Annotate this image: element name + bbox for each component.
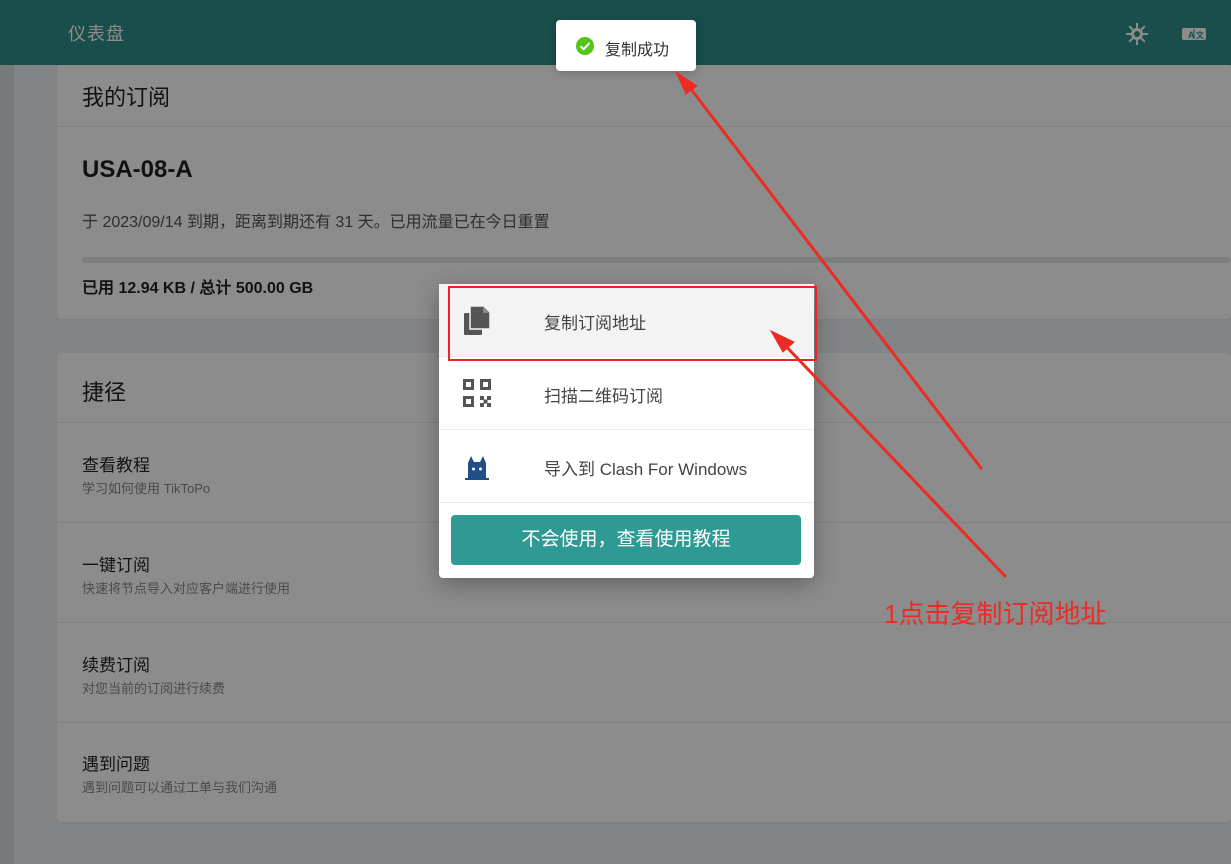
dashboard-page: 仪表盘 A 文 我的订阅 USA-08-A 于 2023/09/14 到期，距离…: [0, 0, 1231, 864]
arrow-to-toast: [682, 78, 983, 470]
annotation-arrows: [674, 70, 1007, 578]
annotation-label: 1点击复制订阅地址: [884, 599, 1107, 629]
arrow-to-copy: [778, 338, 1007, 578]
arrow-head-copy: [769, 329, 795, 353]
